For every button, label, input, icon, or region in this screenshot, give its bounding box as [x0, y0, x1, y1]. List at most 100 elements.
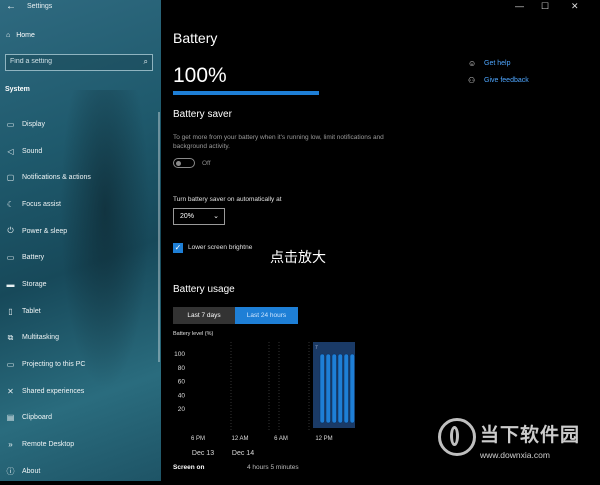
multitasking-icon: ⧉ — [7, 332, 14, 342]
battery-saver-heading: Battery saver — [173, 109, 232, 120]
search-box[interactable]: ⌕ — [5, 54, 153, 71]
y-tick-label: 20 — [178, 406, 186, 413]
window-title: Settings — [27, 3, 53, 10]
auto-saver-value: 20% — [180, 213, 195, 220]
sound-icon: ◁ — [7, 146, 14, 156]
sidebar-item-label: Tablet — [22, 307, 41, 315]
sidebar-item-remote-desktop[interactable]: » Remote Desktop — [0, 431, 161, 458]
date-label: Dec 13 — [192, 450, 214, 457]
tablet-icon: ▯ — [8, 306, 13, 316]
sidebar-item-shared-experiences[interactable]: ✕ Shared experiences — [0, 378, 161, 405]
sidebar-nav: ▭ Display ◁ Sound ▢ Notifications & acti… — [0, 111, 161, 485]
get-help-link[interactable]: ☺ Get help — [468, 55, 529, 72]
battery-usage-heading: Battery usage — [173, 284, 235, 295]
power-icon: ⏻ — [7, 226, 14, 236]
battery-level-chart: 20 40 60 80 100 6 PM 12 AM 6 AM 12 PM Dec 13 Dec 1… — [174, 342, 355, 457]
sidebar-item-storage[interactable]: ▬ Storage — [0, 271, 161, 298]
sidebar-item-label: Focus assist — [22, 200, 61, 208]
y-tick-label: 100 — [174, 351, 185, 358]
sidebar-item-projecting[interactable]: ▭ Projecting to this PC — [0, 351, 161, 378]
battery-icon: ▭ — [6, 253, 15, 263]
tab-last-7-days[interactable]: Last 7 days — [173, 307, 235, 324]
storage-icon: ▬ — [6, 279, 15, 289]
help-links: ☺ Get help ⚇ Give feedback — [468, 55, 529, 89]
sidebar-item-battery[interactable]: ▭ Battery — [0, 244, 161, 271]
give-feedback-link[interactable]: ⚇ Give feedback — [468, 72, 529, 89]
date-label: Dec 14 — [232, 450, 254, 457]
sidebar-scrollbar[interactable] — [158, 112, 160, 362]
give-feedback-label: Give feedback — [484, 77, 529, 84]
sidebar: ⌂ Home ⌕ System ▭ Display ◁ Sound ▢ Noti… — [0, 0, 161, 481]
sidebar-item-label: About — [22, 467, 41, 475]
x-tick-label: 6 PM — [191, 436, 205, 442]
watermark-text: 当下软件园 — [480, 425, 581, 446]
notifications-icon: ▢ — [6, 173, 15, 183]
search-icon[interactable]: ⌕ — [144, 57, 148, 67]
sidebar-home[interactable]: ⌂ Home — [6, 32, 35, 39]
remote-desktop-icon: » — [8, 440, 13, 450]
battery-level-fill — [173, 91, 319, 95]
screen-on-label: Screen on — [173, 464, 205, 471]
sidebar-item-multitasking[interactable]: ⧉ Multitasking — [0, 325, 161, 352]
sidebar-item-label: Shared experiences — [22, 387, 85, 395]
back-arrow-icon[interactable]: ← — [6, 1, 16, 12]
battery-saver-description: To get more from your battery when it's … — [173, 134, 384, 150]
battery-bar — [325, 353, 331, 424]
y-tick-label: 60 — [178, 379, 186, 386]
sidebar-item-label: Clipboard — [22, 414, 52, 422]
display-icon: ▭ — [6, 119, 15, 129]
battery-bar — [319, 353, 325, 424]
chevron-down-icon: ⌄ — [213, 213, 219, 220]
main-panel: Battery 100% ☺ Get help ⚇ Give feedback … — [161, 0, 600, 481]
sidebar-item-label: Remote Desktop — [22, 441, 75, 449]
moon-icon: ☾ — [6, 199, 15, 209]
usage-tabs: Last 7 days Last 24 hours — [173, 307, 298, 324]
battery-saver-toggle-label: Off — [202, 160, 211, 167]
battery-saver-toggle[interactable] — [173, 158, 195, 168]
clipboard-icon: ▤ — [6, 413, 15, 423]
x-tick-label: 12 PM — [315, 436, 332, 442]
sidebar-item-notifications[interactable]: ▢ Notifications & actions — [0, 164, 161, 191]
home-icon: ⌂ — [6, 32, 11, 39]
battery-bar — [331, 353, 337, 424]
sidebar-item-focus-assist[interactable]: ☾ Focus assist — [0, 191, 161, 218]
zoom-overlay-text[interactable]: 点击放大 — [270, 247, 326, 267]
x-tick-label: 12 AM — [231, 436, 248, 442]
sidebar-item-label: Projecting to this PC — [22, 361, 86, 369]
sidebar-item-tablet[interactable]: ▯ Tablet — [0, 298, 161, 325]
x-tick-label: 6 AM — [274, 436, 288, 442]
sidebar-item-power-sleep[interactable]: ⏻ Power & sleep — [0, 218, 161, 245]
screen-on-value: 4 hours 5 minutes — [247, 464, 299, 471]
sidebar-item-display[interactable]: ▭ Display — [0, 111, 161, 138]
y-tick-label: 80 — [178, 365, 186, 372]
page-title: Battery — [173, 30, 218, 46]
battery-bar — [349, 353, 355, 424]
section-title-system: System — [5, 86, 30, 93]
battery-bar — [337, 353, 343, 424]
search-input[interactable] — [10, 58, 130, 65]
lower-brightness-checkbox[interactable]: ✓ — [173, 243, 183, 253]
sidebar-item-label: Display — [22, 120, 45, 128]
toggle-knob — [176, 160, 181, 166]
feedback-icon: ⚇ — [468, 76, 476, 85]
battery-percent: 100% — [173, 64, 227, 87]
sidebar-item-label: Notifications & actions — [22, 174, 91, 182]
auto-saver-dropdown[interactable]: 20% ⌄ — [173, 208, 225, 225]
sidebar-item-label: Power & sleep — [22, 227, 68, 235]
home-label: Home — [16, 32, 35, 39]
battery-bar — [343, 353, 349, 424]
help-chat-icon: ☺ — [468, 59, 477, 68]
tab-last-24-hours[interactable]: Last 24 hours — [235, 307, 298, 324]
watermark-url: www.downxia.com — [480, 450, 550, 460]
share-icon: ✕ — [7, 386, 14, 396]
watermark-logo-inner — [450, 426, 459, 446]
projecting-icon: ▭ — [6, 360, 15, 370]
watermark: 当下软件园 www.downxia.com — [438, 416, 598, 466]
sidebar-item-label: Sound — [22, 147, 43, 155]
sidebar-item-label: Battery — [22, 254, 45, 262]
auto-saver-label: Turn battery saver on automatically at — [173, 196, 282, 203]
sidebar-item-clipboard[interactable]: ▤ Clipboard — [0, 405, 161, 432]
sidebar-item-sound[interactable]: ◁ Sound — [0, 138, 161, 165]
highlight-marker: 7 — [315, 345, 318, 351]
battery-level-bar — [173, 91, 319, 95]
